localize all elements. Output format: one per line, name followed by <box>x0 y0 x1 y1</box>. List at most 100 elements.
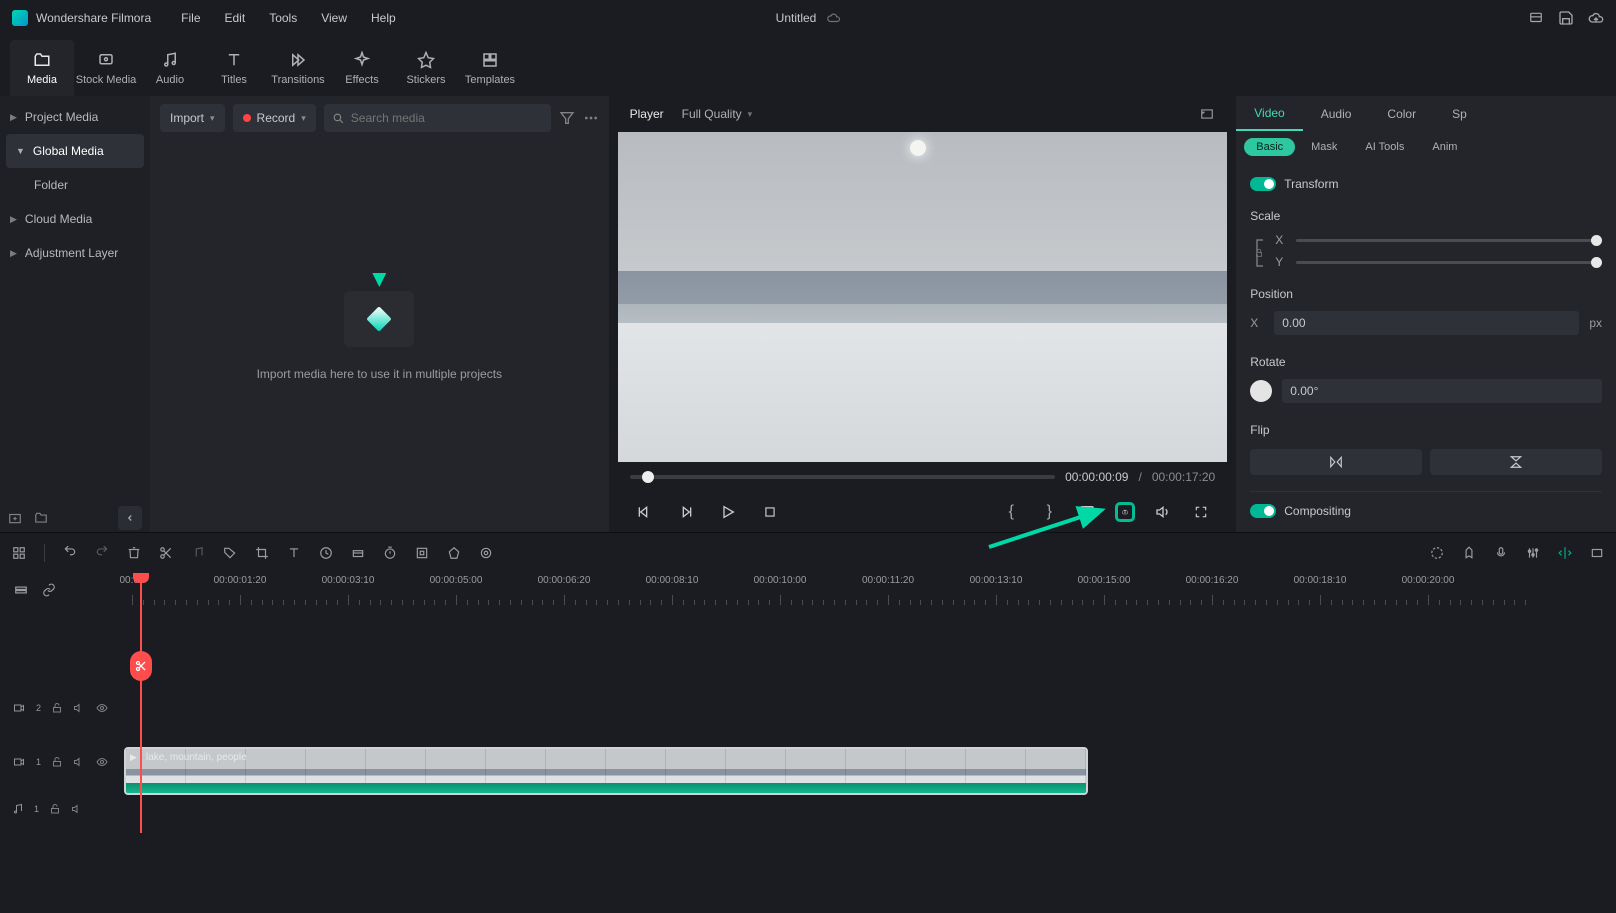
snap-icon[interactable] <box>1558 546 1572 560</box>
scale-lock[interactable] <box>1250 231 1268 275</box>
zoom-fit-icon[interactable] <box>1590 546 1604 560</box>
more-icon[interactable] <box>583 110 599 126</box>
subtab-animation[interactable]: Anim <box>1420 138 1469 156</box>
snapshot-button[interactable] <box>1115 502 1135 522</box>
cloud-sync-icon[interactable] <box>826 11 840 25</box>
rotate-input[interactable]: 0.00° <box>1282 379 1602 403</box>
chroma-icon[interactable] <box>479 546 493 560</box>
stop-button[interactable] <box>760 502 780 522</box>
redo-icon[interactable] <box>95 546 109 560</box>
lock-icon[interactable] <box>49 803 61 815</box>
module-stickers[interactable]: Stickers <box>394 40 458 96</box>
quality-dropdown[interactable]: Full Quality▾ <box>682 107 753 121</box>
mark-out-button[interactable]: } <box>1039 502 1059 522</box>
module-audio[interactable]: Audio <box>138 40 202 96</box>
scale-y-slider[interactable] <box>1296 261 1602 264</box>
mixer-icon[interactable] <box>1526 546 1540 560</box>
subtab-mask[interactable]: Mask <box>1299 138 1349 156</box>
proptab-audio[interactable]: Audio <box>1303 96 1370 131</box>
transform-section[interactable]: Transform <box>1250 171 1602 197</box>
tree-global-media[interactable]: ▼Global Media <box>6 134 144 168</box>
visibility-icon[interactable] <box>95 756 109 768</box>
speed-icon[interactable] <box>319 546 333 560</box>
menu-tools[interactable]: Tools <box>269 11 297 25</box>
time-ruler[interactable]: 00:0000:00:01:2000:00:03:1000:00:05:0000… <box>120 573 1616 607</box>
module-transitions[interactable]: Transitions <box>266 40 330 96</box>
play-button[interactable] <box>718 502 738 522</box>
position-x-input[interactable]: 0.00 <box>1274 311 1579 335</box>
module-titles[interactable]: Titles <box>202 40 266 96</box>
export-icon[interactable] <box>1588 10 1604 26</box>
tree-project-media[interactable]: ▶Project Media <box>0 100 150 134</box>
tag-icon[interactable] <box>223 546 237 560</box>
module-effects[interactable]: Effects <box>330 40 394 96</box>
next-frame-button[interactable] <box>676 502 696 522</box>
split-icon[interactable] <box>159 546 173 560</box>
search-media[interactable] <box>324 104 551 132</box>
mark-in-button[interactable]: { <box>1001 502 1021 522</box>
preview-viewport[interactable] <box>618 132 1228 462</box>
color-grade-icon[interactable] <box>351 546 365 560</box>
save-icon[interactable] <box>1558 10 1574 26</box>
aspect-ratio-icon[interactable] <box>1199 107 1215 121</box>
scale-x-slider[interactable] <box>1296 239 1602 242</box>
link-icon[interactable] <box>42 583 56 597</box>
crop-icon[interactable] <box>255 546 269 560</box>
mute-icon[interactable] <box>73 756 85 768</box>
module-stock[interactable]: Stock Media <box>74 40 138 96</box>
new-folder-icon[interactable] <box>34 511 48 525</box>
rotate-knob[interactable] <box>1250 380 1272 402</box>
undo-icon[interactable] <box>63 546 77 560</box>
subtab-basic[interactable]: Basic <box>1244 138 1295 156</box>
proptab-color[interactable]: Color <box>1369 96 1434 131</box>
record-button[interactable]: Record▾ <box>233 104 316 132</box>
mute-icon[interactable] <box>73 702 85 714</box>
tree-folder[interactable]: Folder <box>0 168 150 202</box>
track-add-icon[interactable] <box>14 583 28 597</box>
menu-help[interactable]: Help <box>371 11 396 25</box>
layout-icon[interactable] <box>1528 11 1544 25</box>
track-lanes[interactable]: ▶ lake, mountain, people <box>120 607 1616 913</box>
mask-tool-icon[interactable] <box>447 546 461 560</box>
menu-edit[interactable]: Edit <box>225 11 246 25</box>
compositing-section[interactable]: Compositing <box>1250 491 1602 524</box>
playhead-line[interactable] <box>140 573 142 833</box>
audio-adjust-icon[interactable] <box>191 546 205 560</box>
import-button[interactable]: Import▾ <box>160 104 225 132</box>
tree-cloud-media[interactable]: ▶Cloud Media <box>0 202 150 236</box>
fullscreen-button[interactable] <box>1191 502 1211 522</box>
display-settings-button[interactable] <box>1077 502 1097 522</box>
delete-icon[interactable] <box>127 546 141 560</box>
new-bin-icon[interactable] <box>8 511 22 525</box>
keyframe-tool-icon[interactable] <box>415 546 429 560</box>
flip-vertical-button[interactable] <box>1430 449 1602 475</box>
cut-marker[interactable] <box>130 651 152 681</box>
subtab-aitools[interactable]: AI Tools <box>1353 138 1416 156</box>
proptab-video[interactable]: Video <box>1236 96 1302 131</box>
collapse-tree-button[interactable] <box>118 506 142 530</box>
video-clip[interactable]: ▶ lake, mountain, people <box>124 747 1088 795</box>
text-tool-icon[interactable] <box>287 546 301 560</box>
search-input[interactable] <box>351 111 543 125</box>
prev-frame-button[interactable] <box>634 502 654 522</box>
volume-button[interactable] <box>1153 502 1173 522</box>
filter-icon[interactable] <box>559 110 575 126</box>
mute-icon[interactable] <box>71 803 83 815</box>
voiceover-icon[interactable] <box>1494 546 1508 560</box>
render-icon[interactable] <box>1430 546 1444 560</box>
module-templates[interactable]: Templates <box>458 40 522 96</box>
lock-icon[interactable] <box>51 702 63 714</box>
scrub-thumb[interactable] <box>642 471 654 483</box>
marker-icon[interactable] <box>1462 546 1476 560</box>
grid-view-icon[interactable] <box>12 546 26 560</box>
scrub-bar[interactable] <box>630 475 1055 479</box>
compositing-toggle[interactable] <box>1250 504 1276 518</box>
transform-toggle[interactable] <box>1250 177 1276 191</box>
flip-horizontal-button[interactable] <box>1250 449 1422 475</box>
menu-view[interactable]: View <box>321 11 347 25</box>
proptab-speed[interactable]: Sp <box>1434 96 1485 131</box>
timer-icon[interactable] <box>383 546 397 560</box>
tree-adjustment-layer[interactable]: ▶Adjustment Layer <box>0 236 150 270</box>
lock-icon[interactable] <box>51 756 63 768</box>
visibility-icon[interactable] <box>95 702 109 714</box>
